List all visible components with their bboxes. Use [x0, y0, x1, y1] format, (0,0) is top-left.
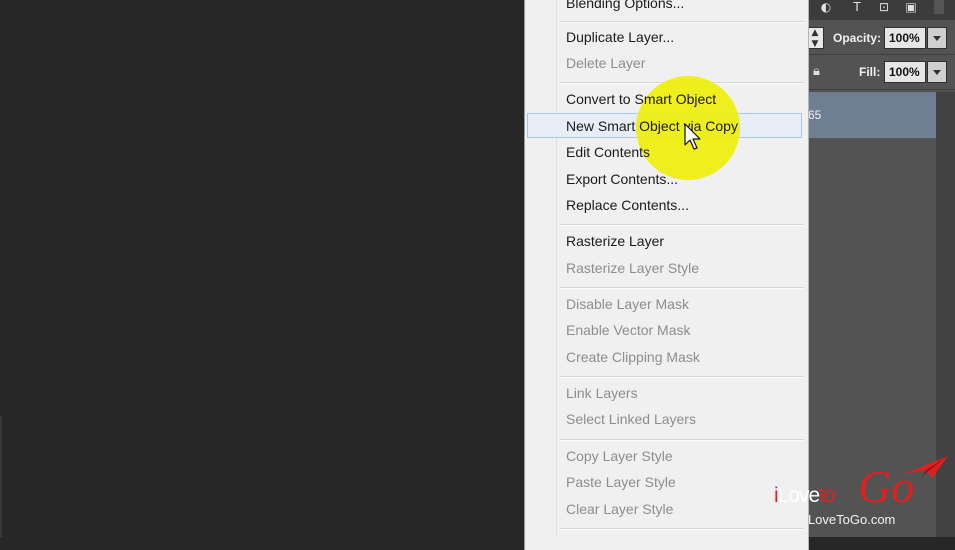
- menu-item-edit-contents[interactable]: Edit Contents: [566, 143, 650, 161]
- menu-item-clear-layer-style[interactable]: Clear Layer Style: [566, 500, 673, 518]
- canvas-edge: [0, 416, 2, 537]
- menu-item-replace-contents[interactable]: Replace Contents...: [566, 196, 689, 214]
- fill-field[interactable]: 100%: [884, 61, 926, 83]
- menu-item-new-smart-object-via-copy[interactable]: New Smart Object via Copy: [566, 117, 738, 135]
- watermark-url: www.iLoveToGo.com: [774, 512, 896, 527]
- watermark-go: Go: [858, 461, 915, 512]
- menu-item-link-layers[interactable]: Link Layers: [566, 384, 638, 402]
- menu-item-blending-options[interactable]: Blending Options...: [566, 0, 684, 12]
- menu-icon-gutter: [534, 0, 557, 537]
- layer-name-fragment: 65: [808, 108, 822, 122]
- selected-layer-row[interactable]: [806, 92, 936, 138]
- menu-separator: [560, 439, 804, 441]
- watermark-brand: iLoveto: [774, 484, 836, 507]
- menu-item-select-linked-layers[interactable]: Select Linked Layers: [566, 410, 696, 428]
- menu-separator: [560, 224, 804, 226]
- transform-icon[interactable]: ⊡: [877, 0, 891, 14]
- menu-item-create-clipping-mask[interactable]: Create Clipping Mask: [566, 348, 700, 366]
- filter-toggle[interactable]: [934, 0, 944, 14]
- menu-item-rasterize-layer-style[interactable]: Rasterize Layer Style: [566, 259, 699, 277]
- lock-icon[interactable]: 🔒︎: [813, 64, 827, 80]
- menu-separator: [560, 528, 804, 530]
- cursor-icon: [684, 123, 701, 150]
- layer-filter-toolbar: ◐ T ⊡ ▣: [806, 0, 955, 20]
- opacity-dropdown[interactable]: [927, 27, 947, 49]
- fill-label: Fill:: [859, 65, 881, 79]
- watermark-logo: iLoveto Go www.iLoveToGo.com: [772, 456, 952, 534]
- menu-item-duplicate-layer[interactable]: Duplicate Layer...: [566, 28, 674, 46]
- menu-item-enable-vector-mask[interactable]: Enable Vector Mask: [566, 321, 691, 339]
- menu-item-rasterize-layer[interactable]: Rasterize Layer: [566, 232, 664, 250]
- menu-item-copy-layer-style[interactable]: Copy Layer Style: [566, 447, 673, 465]
- menu-item-paste-layer-style[interactable]: Paste Layer Style: [566, 473, 676, 491]
- menu-separator: [560, 376, 804, 378]
- opacity-field[interactable]: 100%: [884, 27, 926, 49]
- menu-separator: [560, 21, 804, 23]
- type-icon[interactable]: T: [850, 0, 864, 14]
- menu-item-delete-layer[interactable]: Delete Layer: [566, 54, 645, 72]
- adjustment-icon[interactable]: ◐: [819, 0, 833, 14]
- menu-separator: [560, 287, 804, 289]
- smart-object-icon[interactable]: ▣: [904, 0, 918, 14]
- menu-item-convert-to-smart-object[interactable]: Convert to Smart Object: [566, 90, 716, 108]
- opacity-label: Opacity:: [833, 31, 882, 45]
- menu-item-disable-layer-mask[interactable]: Disable Layer Mask: [566, 295, 689, 313]
- fill-dropdown[interactable]: [927, 61, 947, 83]
- menu-item-export-contents[interactable]: Export Contents...: [566, 170, 678, 188]
- document-canvas[interactable]: [0, 0, 524, 537]
